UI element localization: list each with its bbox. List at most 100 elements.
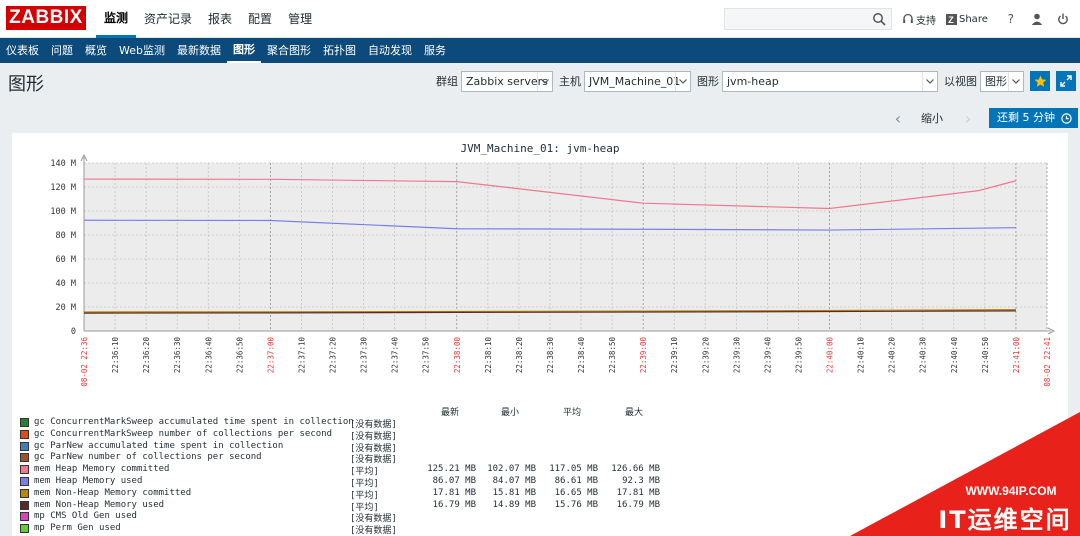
chevron-down-icon bbox=[1008, 71, 1023, 91]
legend-value-min: 14.89 MB bbox=[492, 499, 536, 510]
legend-value-avg: 15.76 MB bbox=[554, 499, 598, 510]
sub-nav-item[interactable]: 服务 bbox=[418, 38, 452, 63]
x-tick-label: 22:38:00 bbox=[453, 337, 462, 374]
legend-row: gc ConcurrentMarkSweep accumulated time … bbox=[20, 417, 660, 430]
legend-value-last: 86.07 MB bbox=[432, 476, 476, 486]
x-tick-label: 08-02 22:36 bbox=[80, 337, 89, 387]
chevron-down-icon bbox=[922, 71, 937, 91]
x-tick-label: 22:37:50 bbox=[422, 337, 431, 374]
watermark-name: IT运维空间 bbox=[938, 506, 1072, 534]
main-nav-item[interactable]: 配置 bbox=[240, 0, 280, 38]
sub-nav-item[interactable]: 最新数据 bbox=[171, 38, 227, 63]
view-label: 以视图 bbox=[944, 75, 977, 88]
jvm-heap-chart[interactable]: 08-02 22:36 22:36:10 22:36:20 22:36:30 22:36… bbox=[12, 133, 1068, 405]
sub-nav-item[interactable]: 拓扑图 bbox=[317, 38, 362, 63]
sub-nav-item[interactable]: 聚合图形 bbox=[261, 38, 317, 63]
legend-swatch bbox=[20, 441, 29, 451]
x-tick-label: 22:38:30 bbox=[546, 337, 555, 374]
sub-nav-item[interactable]: 仪表板 bbox=[0, 38, 45, 63]
x-tick-label: 22:37:00 bbox=[266, 337, 275, 374]
y-tick-label: 0 bbox=[71, 327, 76, 337]
main-nav-item[interactable]: 管理 bbox=[280, 0, 320, 38]
legend-swatch bbox=[20, 453, 29, 463]
sub-nav-item[interactable]: 图形 bbox=[226, 38, 261, 63]
legend-value-last: 16.79 MB bbox=[432, 499, 476, 510]
share-icon: Z bbox=[946, 13, 957, 25]
fullscreen-icon bbox=[1060, 75, 1072, 87]
main-nav-item[interactable]: 报表 bbox=[200, 0, 240, 38]
graph-filters: 群组 Zabbix servers 主机 JVM_Machine_01 图形 j… bbox=[430, 70, 1080, 92]
main-nav-item[interactable]: 资产记录 bbox=[136, 0, 200, 38]
legend-value-avg: 16.65 MB bbox=[554, 487, 598, 498]
legend-item-name: gc ConcurrentMarkSweep number of collect… bbox=[34, 428, 333, 439]
chevron-right-icon[interactable]: › bbox=[961, 109, 975, 128]
add-to-favourites-button[interactable] bbox=[1030, 71, 1050, 91]
legend-header: 最新 最小 平均 最大 bbox=[20, 405, 660, 418]
user-icon bbox=[1031, 13, 1043, 25]
help-button[interactable]: ? bbox=[1002, 10, 1020, 28]
host-select[interactable]: JVM_Machine_01 bbox=[584, 70, 691, 92]
group-label: 群组 bbox=[436, 75, 458, 88]
share-label: Share bbox=[959, 13, 988, 25]
legend-row: mem Heap Memory committed [平均] 125.21 MB 10… bbox=[20, 464, 660, 477]
x-tick-label: 22:36:50 bbox=[235, 337, 244, 374]
x-tick-label: 22:39:30 bbox=[732, 337, 741, 374]
x-tick-label: 22:40:50 bbox=[981, 337, 990, 374]
y-tick-label: 80 M bbox=[56, 231, 76, 241]
clock-icon bbox=[1061, 112, 1072, 124]
x-tick-label: 22:40:00 bbox=[826, 337, 835, 374]
y-tick-label: 140 M bbox=[50, 159, 76, 169]
time-period-button[interactable]: 还剩 5 分钟 bbox=[989, 108, 1078, 128]
legend-row: mem Non-Heap Memory used [平均] 16.79 MB 14.8… bbox=[20, 499, 660, 513]
host-label: 主机 bbox=[559, 75, 581, 88]
legend-swatch bbox=[20, 488, 29, 498]
view-select[interactable]: 图形 bbox=[980, 70, 1024, 92]
search-input[interactable] bbox=[724, 8, 892, 30]
y-tick-label: 120 M bbox=[50, 183, 76, 193]
sub-nav-item[interactable]: Web监测 bbox=[113, 38, 171, 63]
zoom-out-button[interactable]: 缩小 bbox=[921, 110, 943, 126]
legend-item-name: mp Perm Gen used bbox=[34, 523, 121, 534]
x-tick-label: 22:39:50 bbox=[794, 337, 803, 374]
group-select[interactable]: Zabbix servers bbox=[461, 70, 553, 92]
x-tick-label: 22:39:20 bbox=[701, 337, 710, 374]
sign-out-button[interactable] bbox=[1054, 10, 1072, 28]
chevron-left-icon[interactable]: ‹ bbox=[891, 109, 905, 128]
legend-value-max: 16.79 MB bbox=[616, 499, 660, 510]
svg-text:Z: Z bbox=[948, 15, 954, 25]
legend-swatch bbox=[20, 524, 29, 534]
user-profile-button[interactable] bbox=[1028, 10, 1046, 28]
graph-label: 图形 bbox=[697, 75, 719, 88]
watermark-url: WWW.94IP.COM bbox=[965, 484, 1057, 498]
x-tick-label: 22:36:20 bbox=[142, 337, 151, 374]
page-title: 图形 bbox=[8, 74, 44, 95]
chevron-down-icon bbox=[675, 71, 690, 91]
x-tick-label: 22:37:10 bbox=[297, 337, 306, 374]
legend-swatch bbox=[20, 418, 29, 427]
star-icon bbox=[1034, 75, 1046, 87]
x-tick-label: 22:36:40 bbox=[204, 337, 213, 374]
legend-row: mem Non-Heap Memory committed [平均] 17.81 M… bbox=[20, 487, 660, 501]
zabbix-logo[interactable]: ZABBIX bbox=[6, 6, 86, 30]
legend-row: gc ConcurrentMarkSweep number of collect… bbox=[20, 428, 660, 442]
search-icon[interactable] bbox=[872, 12, 886, 26]
x-tick-label: 22:40:20 bbox=[888, 337, 897, 374]
sub-nav-item[interactable]: 问题 bbox=[45, 38, 79, 63]
x-tick-label: 22:41:00 bbox=[1012, 337, 1021, 374]
share-link[interactable]: Z Share bbox=[946, 13, 988, 25]
fullscreen-button[interactable] bbox=[1056, 71, 1076, 91]
plot-area bbox=[84, 163, 1047, 331]
graph-select[interactable]: jvm-heap bbox=[722, 70, 938, 92]
sub-nav-item[interactable]: 概览 bbox=[79, 38, 113, 63]
legend-value-min: 102.07 MB bbox=[487, 464, 536, 475]
sub-nav-item[interactable]: 自动发现 bbox=[362, 38, 418, 63]
legend-swatch bbox=[20, 429, 29, 439]
support-link[interactable]: 支持 bbox=[902, 12, 936, 27]
main-nav-item[interactable]: 监测 bbox=[96, 0, 137, 38]
main-nav: 监测 资产记录 报表 配置 管理 bbox=[96, 0, 320, 38]
legend-item-function: [没有数据] bbox=[350, 526, 397, 536]
legend-row: mp Perm Gen used [没有数据] bbox=[20, 523, 660, 536]
legend-row: gc ParNew accumulated time spent in coll… bbox=[20, 441, 660, 454]
x-tick-label: 22:38:20 bbox=[515, 337, 524, 374]
x-tick-label: 22:38:10 bbox=[484, 337, 493, 374]
